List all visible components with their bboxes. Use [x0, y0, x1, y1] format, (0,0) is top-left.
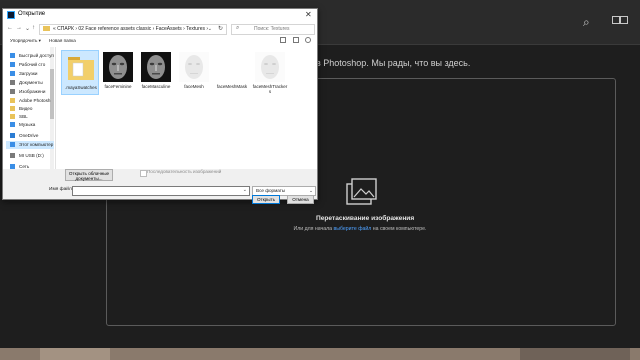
recent-dropdown-icon[interactable]: ⌄ [25, 25, 30, 32]
file-item[interactable]: faceMesh [175, 50, 213, 95]
face-texture-thumbnail [179, 52, 209, 82]
nav-item[interactable]: Рабочий сто [6, 61, 54, 69]
nav-item[interactable]: Этот компьютер [6, 141, 54, 149]
nav-item-label: Музыка [19, 122, 36, 127]
dialog-title: Открытие [18, 11, 46, 17]
face-texture-thumbnail [255, 52, 285, 82]
photoshop-icon [7, 11, 15, 19]
drop-subtitle: Или для начала выберите файл на своем ко… [270, 226, 450, 232]
filetype-value: Все форматы [256, 188, 286, 193]
nav-item-label: Документы [19, 80, 43, 85]
folder-icon [10, 98, 15, 103]
nav-item-label: Adobe Photosh [19, 98, 51, 103]
face-texture-thumbnail [103, 52, 133, 82]
folder-icon [68, 57, 94, 80]
up-icon[interactable]: ↑ [32, 25, 35, 31]
chevron-down-icon[interactable]: ⌄ [208, 26, 212, 32]
file-name: .mayaSwatches [65, 85, 97, 90]
organize-button[interactable]: Упорядочить ▾ [10, 38, 41, 44]
file-item[interactable]: faceMeshTracker s [251, 50, 289, 95]
folder-icon [10, 114, 15, 119]
bottom-strip [0, 348, 640, 360]
dialog-titlebar[interactable]: Открытие ✕ [3, 9, 317, 22]
image-sequence-checkbox[interactable] [140, 170, 147, 177]
refresh-icon[interactable]: ↻ [218, 25, 223, 32]
nav-item-label: OneDrive [19, 133, 39, 138]
desktop-icon [10, 62, 15, 67]
nav-item-label: MI USB (D:) [19, 153, 44, 158]
pictures-icon [10, 89, 15, 94]
computer-icon [10, 142, 15, 147]
nav-item[interactable]: Музыка [6, 121, 54, 129]
nav-item-label: Загрузки [19, 71, 38, 76]
cancel-button[interactable]: Отмена [287, 195, 314, 204]
download-icon [10, 71, 15, 76]
back-icon[interactable]: ← [7, 25, 13, 31]
nav-item-label: Изображени [19, 89, 46, 94]
cloud-icon [10, 133, 15, 138]
drop-title: Перетаскивание изображения [316, 215, 415, 222]
image-sequence-label: Последовательность изображений [147, 169, 222, 174]
nav-item[interactable]: Adobe Photosh [6, 97, 54, 105]
search-icon[interactable]: ⌕ [583, 15, 597, 29]
file-list: .mayaSwatches faceFeminine faceMasculine fa… [56, 47, 317, 169]
choose-file-link[interactable]: выберите файл [334, 226, 372, 232]
nav-item-label: SBL [19, 114, 28, 119]
workspace-icon[interactable] [612, 14, 628, 30]
nav-item-label: Этот компьютер [19, 142, 54, 147]
nav-item-label: Быстрый доступ [19, 53, 54, 58]
file-name: faceMasculine [141, 84, 171, 89]
folder-icon [43, 26, 50, 31]
file-item[interactable]: .mayaSwatches [61, 50, 99, 95]
nav-item[interactable]: Видео [6, 105, 54, 113]
dialog-bottom: Открыть облачные документы... Последоват… [3, 169, 317, 204]
nav-item[interactable]: Быстрый доступ [6, 52, 54, 60]
navigation-pane: Быстрый доступ Рабочий сто Загрузки Докумен… [3, 47, 56, 169]
preview-pane-icon[interactable] [293, 37, 299, 43]
nav-item[interactable]: Изображени [6, 88, 54, 96]
chevron-down-icon[interactable]: ⌄ [243, 187, 247, 193]
nav-item[interactable]: SBL [6, 113, 54, 121]
file-item[interactable]: faceMeshMask [213, 50, 251, 95]
nav-item-label: Рабочий сто [19, 62, 46, 67]
nav-item[interactable]: Документы [6, 79, 54, 87]
file-name: faceMeshTracker s [252, 84, 288, 94]
file-name: faceMesh [184, 84, 204, 89]
close-icon[interactable]: ✕ [305, 10, 312, 19]
nav-item-label: Видео [19, 106, 33, 111]
search-box[interactable]: ⌕ Поиск: Textures [231, 24, 315, 35]
nav-item[interactable]: OneDrive [6, 132, 54, 140]
star-icon [10, 53, 15, 58]
image-drop-icon [346, 178, 377, 205]
help-icon[interactable] [305, 37, 311, 43]
new-folder-button[interactable]: Новая папка [49, 38, 76, 43]
address-bar[interactable]: « СПАРК › 02 Face reference assets class… [39, 24, 227, 35]
nav-item[interactable]: MI USB (D:) [6, 152, 54, 160]
search-icon: ⌕ [236, 25, 240, 31]
folder-icon [10, 106, 15, 111]
address-row: ← → ⌄ ↑ « СПАРК › 02 Face reference asse… [3, 22, 317, 36]
forward-icon[interactable]: → [16, 25, 22, 31]
search-placeholder: Поиск: Textures [254, 26, 290, 32]
filename-input[interactable]: ⌄ [72, 186, 250, 196]
drop-sub-after: на своем компьютере. [372, 226, 427, 232]
file-name: faceMeshMask [216, 84, 248, 89]
file-name: faceFeminine [104, 84, 132, 89]
open-dialog: Открытие ✕ ← → ⌄ ↑ « СПАРК › 02 Face ref… [2, 8, 318, 204]
file-item[interactable]: faceMasculine [137, 50, 175, 95]
view-options-icon[interactable] [280, 37, 286, 43]
file-item[interactable]: faceFeminine [99, 50, 137, 95]
music-icon [10, 122, 15, 127]
welcome-text: в Photoshop. Мы рады, что вы здесь. [316, 58, 471, 68]
open-cloud-documents-button[interactable]: Открыть облачные документы... [65, 169, 113, 181]
nav-item[interactable]: Загрузки [6, 70, 54, 78]
drive-icon [10, 153, 15, 158]
documents-icon [10, 80, 15, 85]
open-button[interactable]: Открыть [252, 195, 280, 204]
address-path[interactable]: « СПАРК › 02 Face reference assets class… [53, 26, 208, 32]
blank-texture-thumbnail [217, 52, 247, 82]
drop-sub-before: Или для начала [293, 226, 333, 232]
chevron-down-icon[interactable]: ⌄ [309, 188, 313, 194]
face-texture-thumbnail [141, 52, 171, 82]
